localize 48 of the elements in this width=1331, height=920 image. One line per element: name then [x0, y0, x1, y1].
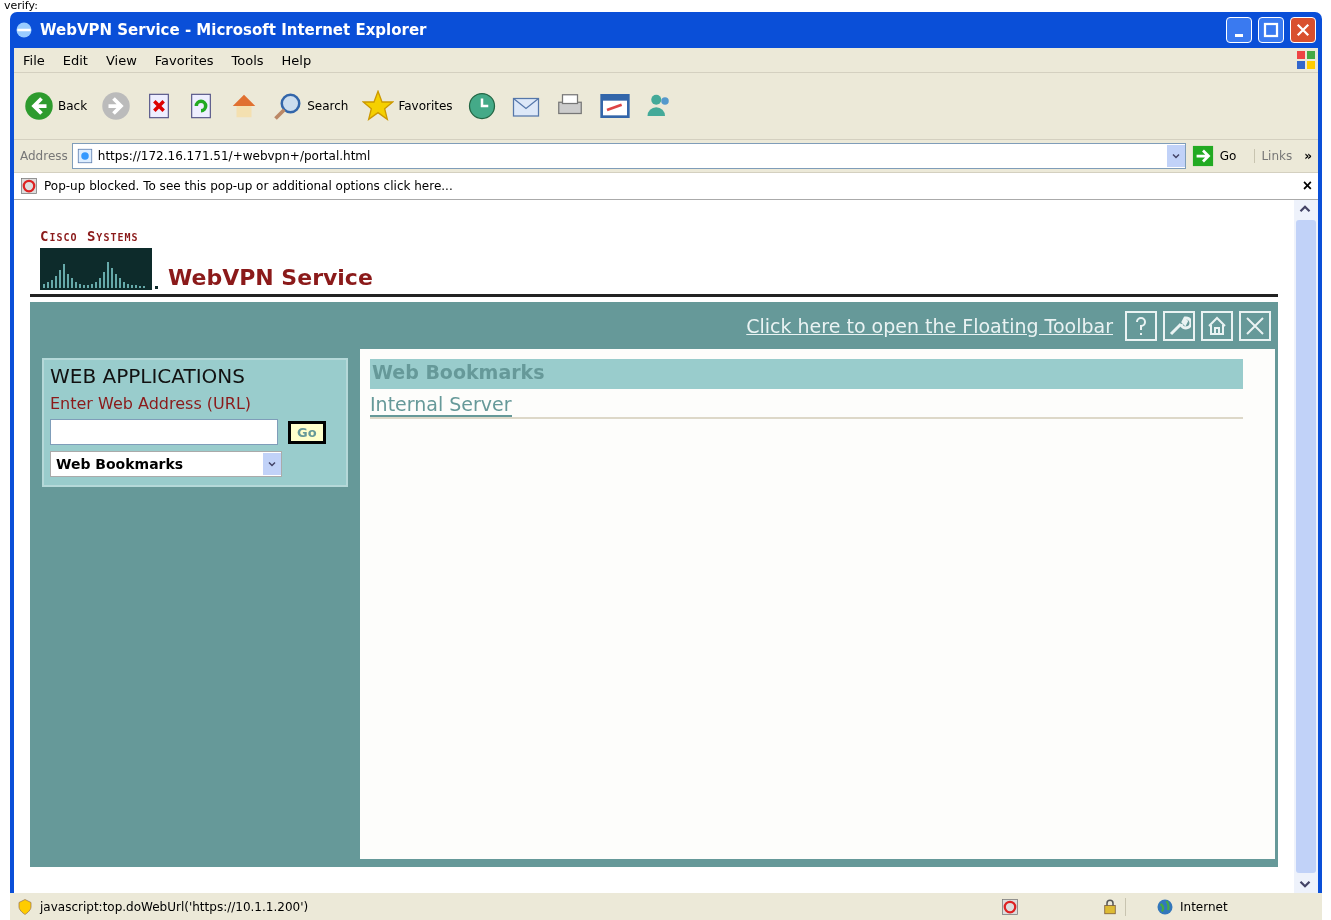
logo-bars-icon — [40, 248, 160, 290]
zone-text: Internet — [1180, 899, 1228, 914]
vertical-scrollbar[interactable] — [1294, 200, 1318, 893]
minimize-icon — [1235, 34, 1243, 37]
url-label: Enter Web Address (URL) — [50, 394, 253, 413]
url-input-field[interactable] — [50, 419, 278, 445]
bookmarks-select[interactable]: Web Bookmarks — [50, 451, 282, 477]
links-button[interactable]: Links » — [1254, 149, 1318, 163]
menu-item[interactable]: File — [14, 52, 54, 68]
windows-logo-icon — [1294, 48, 1318, 72]
menu-item[interactable]: Edit — [53, 52, 97, 68]
menu-item[interactable]: Help — [272, 52, 321, 68]
warning-shield-icon — [16, 897, 34, 916]
search-button[interactable]: Search — [267, 86, 355, 126]
star-icon — [362, 90, 395, 122]
address-field[interactable]: https://172.16.171.51/+webvpn+/portal.html — [71, 143, 1186, 169]
go-button[interactable]: Go — [1185, 145, 1255, 167]
history-clock-icon — [466, 91, 497, 121]
menu-item[interactable]: Tools — [222, 52, 273, 68]
close-button[interactable] — [1239, 310, 1271, 341]
globe-icon — [1156, 897, 1174, 916]
help-button[interactable] — [1125, 310, 1157, 341]
address-text: https://172.16.171.51/+webvpn+/portal.html — [97, 149, 372, 163]
close-icon — [1294, 21, 1312, 39]
minimize-button[interactable] — [1226, 17, 1252, 43]
menu-item[interactable]: View — [96, 52, 146, 68]
back-button[interactable]: Back — [18, 86, 94, 126]
maximize-button[interactable] — [1258, 17, 1284, 43]
maximize-icon — [1262, 21, 1280, 39]
panel-title: WEB APPLICATIONS — [50, 364, 246, 388]
blocked-popup-icon — [1001, 897, 1019, 916]
popup-blocked-bar[interactable]: Pop-up blocked. To see this pop-up or additional options click here... × — [14, 173, 1318, 200]
status-text: javascript:top.doWebUrl('https://10.1.1.200') — [40, 899, 310, 914]
wrench-icon — [1167, 313, 1191, 338]
blocked-popup-icon — [20, 177, 38, 195]
address-label: Address — [19, 149, 69, 163]
popup-message: Pop-up blocked. To see this pop-up or additional options click here... — [44, 179, 454, 193]
page-heading: WebVPN Service — [168, 265, 373, 290]
menu-item[interactable]: Favorites — [145, 52, 223, 68]
favorites-button[interactable]: Favorites — [356, 86, 459, 126]
page-icon — [75, 147, 94, 165]
logo-text: Cisco Systems — [40, 228, 140, 244]
page-text: verify: — [3, 0, 39, 12]
home-button[interactable] — [1201, 310, 1233, 341]
settings-button[interactable] — [1163, 310, 1195, 341]
padlock-icon — [1101, 897, 1119, 916]
close-button[interactable]: × — [1302, 177, 1312, 195]
window-title: WebVPN Service - Microsoft Internet Explorer — [40, 21, 428, 39]
